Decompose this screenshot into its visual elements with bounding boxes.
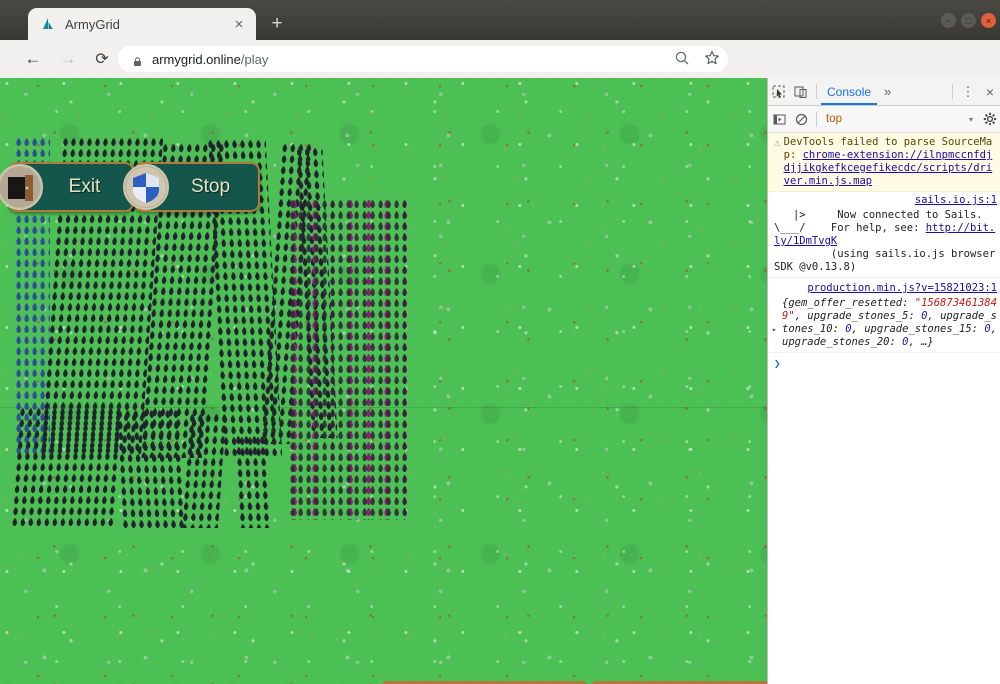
obj-p0: {gem_offer_resetted: <box>782 297 915 309</box>
gear-icon[interactable] <box>979 106 1000 132</box>
window-close-button[interactable]: × <box>981 13 996 28</box>
devtools-close-icon[interactable]: × <box>979 78 1000 105</box>
tab-bar: ArmyGrid × + − □ × <box>0 0 1000 40</box>
reload-icon[interactable]: ⟳ <box>91 48 113 70</box>
obj-p10: , …} <box>908 336 934 348</box>
console-message-sails: |> Now connected to Sails. \___/ For hel… <box>768 206 1000 278</box>
door-icon <box>0 164 43 210</box>
more-tabs-icon[interactable]: » <box>877 84 898 99</box>
window-minimize-button[interactable]: − <box>941 13 956 28</box>
console-source-link-sails[interactable]: sails.io.js:1 <box>768 192 1000 206</box>
army-block-dark-6 <box>11 408 125 528</box>
console-message-warning[interactable]: ⚠ DevTools failed to parse SourceMap: ch… <box>768 133 1000 192</box>
divider <box>816 111 817 127</box>
devtools-panel: Console » ⋮ × top ▾ ⚠ DevTools failed to… <box>767 78 1000 684</box>
console-source-link-production[interactable]: production.min.js?v=15821023:1 <box>768 278 1000 294</box>
window-maximize-button[interactable]: □ <box>961 13 976 28</box>
exit-button-label: Exit <box>68 176 101 197</box>
game-canvas[interactable]: Exit Stop Purples ( Fiedor ) Swords 0 <box>0 78 767 684</box>
url-domain: armygrid.online <box>152 51 241 67</box>
tab-console[interactable]: Console <box>821 79 878 105</box>
devtools-tabbar: Console » ⋮ × <box>768 78 1000 106</box>
browser-tab-armygrid[interactable]: ArmyGrid × <box>28 8 256 40</box>
army-block-main <box>290 200 408 520</box>
devtools-filter-bar: top ▾ <box>768 106 1000 133</box>
sails-text-after: (using sails.io.js browser SDK @v0.13.8) <box>774 248 996 273</box>
chevron-down-icon[interactable]: ▾ <box>969 115 973 124</box>
browser-window: ArmyGrid × + − □ × ← → ⟳ armygrid.online… <box>0 0 1000 684</box>
warning-icon: ⚠ <box>774 136 781 149</box>
tab-title: ArmyGrid <box>65 16 120 32</box>
lock-icon <box>132 54 143 66</box>
clear-console-icon[interactable] <box>790 106 812 133</box>
address-bar-url: armygrid.online/play <box>152 52 268 67</box>
sourcemap-link[interactable]: chrome-extension://ilnpmccnfdjdjjikgkefk… <box>784 149 993 187</box>
expand-triangle-icon[interactable]: ▸ <box>772 323 777 336</box>
device-toolbar-icon[interactable] <box>790 78 812 105</box>
console-message-object[interactable]: ▸ {gem_offer_resetted: "1568734613849", u… <box>768 294 1000 353</box>
army-block-dark-9 <box>235 436 271 528</box>
back-icon[interactable]: ← <box>22 48 44 70</box>
warning-text-wrap: DevTools failed to parse SourceMap: chro… <box>784 136 997 188</box>
close-icon[interactable]: × <box>228 13 250 35</box>
execution-context-selector[interactable]: top <box>826 113 842 125</box>
army-block-dark-7 <box>116 410 188 528</box>
exit-button[interactable]: Exit <box>0 162 134 212</box>
armygrid-logo-icon <box>40 16 56 32</box>
address-bar[interactable]: armygrid.online/play <box>118 46 728 72</box>
url-path: /play <box>240 51 269 67</box>
obj-p6: , upgrade_stones_15: <box>851 323 985 335</box>
forward-icon[interactable]: → <box>57 48 79 70</box>
divider <box>816 84 817 99</box>
search-icon[interactable] <box>673 49 691 67</box>
new-tab-button[interactable]: + <box>266 14 288 36</box>
shield-icon <box>123 164 169 210</box>
inspect-element-icon[interactable] <box>768 78 790 105</box>
stop-button-label: Stop <box>190 176 231 197</box>
execute-icon[interactable] <box>768 106 790 133</box>
bookmark-star-icon[interactable] <box>703 49 721 67</box>
divider <box>952 84 953 99</box>
devtools-menu-icon[interactable]: ⋮ <box>957 78 979 105</box>
obj-p2: , upgrade_stones_5: <box>794 310 922 322</box>
navigation-bar: ← → ⟳ armygrid.online/play <box>0 40 1000 109</box>
console-prompt[interactable]: ❯ <box>768 353 1000 374</box>
stop-button[interactable]: Stop <box>123 162 260 212</box>
